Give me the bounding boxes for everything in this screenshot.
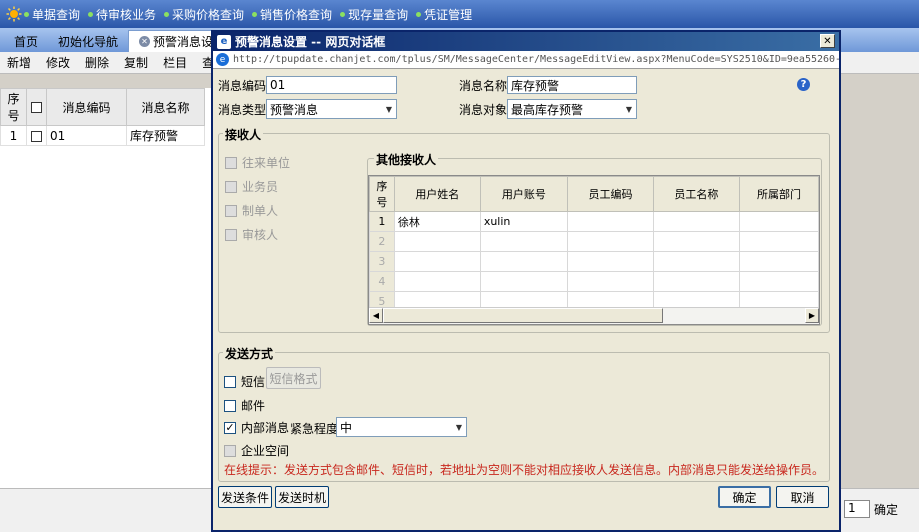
message-code-input[interactable]: 01 <box>266 76 397 94</box>
col-header-check[interactable] <box>26 88 47 126</box>
delete-button[interactable]: 删除 <box>85 54 109 71</box>
tab-init-guide[interactable]: 初始化导航 <box>48 30 128 52</box>
new-button[interactable]: 新增 <box>7 54 31 71</box>
dialog-url: http://tpupdate.chanjet.com/tplus/SM/Mes… <box>233 54 839 65</box>
message-name-label: 消息名称 <box>459 79 508 93</box>
page-input[interactable]: 1 <box>844 500 871 518</box>
receiver-partner-checkbox: 往来单位 <box>225 154 290 171</box>
table-row[interactable]: 4 <box>369 271 819 292</box>
message-target-select[interactable]: 最高库存预警 ▼ <box>507 99 637 119</box>
nav-item-voucher-mgmt[interactable]: 凭证管理 <box>416 6 472 23</box>
message-target-label: 消息对象 <box>459 103 508 117</box>
copy-button[interactable]: 复制 <box>124 54 148 71</box>
bullet-icon <box>340 11 346 17</box>
col-header-name: 消息名称 <box>126 88 205 126</box>
row-checkbox[interactable] <box>31 130 42 142</box>
help-icon[interactable]: ? <box>797 78 810 91</box>
table-row[interactable]: 2 <box>369 231 819 252</box>
other-receivers-title: 其他接收人 <box>374 151 439 168</box>
nav-item-pending-review[interactable]: 待审核业务 <box>88 6 156 23</box>
send-conditions-button[interactable]: 发送条件 <box>218 486 272 508</box>
close-tab-icon[interactable]: ✕ <box>139 36 151 47</box>
ie-icon: e <box>217 34 231 49</box>
bullet-icon <box>24 11 29 17</box>
message-name-input[interactable]: 库存预警 <box>507 76 637 94</box>
select-all-checkbox[interactable] <box>31 102 42 113</box>
address-bar: e http://tpupdate.chanjet.com/tplus/SM/M… <box>213 51 839 69</box>
receiver-reviewer-checkbox: 审核人 <box>225 226 278 243</box>
checkmark-icon[interactable]: ✓ <box>224 421 236 434</box>
receiver-creator-checkbox: 制单人 <box>225 202 278 219</box>
send-timing-button[interactable]: 发送时机 <box>275 486 329 508</box>
ok-button[interactable]: 确定 <box>718 486 771 508</box>
receivers-title: 接收人 <box>223 126 264 143</box>
internal-message-checkbox[interactable]: ✓ 内部消息 <box>224 419 289 436</box>
enterprise-space-checkbox[interactable]: 企业空间 <box>224 442 289 459</box>
col-header-code: 消息编码 <box>46 88 127 126</box>
top-nav: 单据查询 待审核业务 采购价格查询 销售价格查询 现存量查询 凭证管理 <box>0 0 919 28</box>
bullet-icon <box>416 11 422 17</box>
sms-format-button[interactable]: 短信格式 <box>266 367 321 389</box>
nav-item-stock-query[interactable]: 现存量查询 <box>340 6 408 23</box>
columns-button[interactable]: 栏目 <box>163 54 187 71</box>
chevron-down-icon[interactable]: ▼ <box>622 100 636 118</box>
nav-item-document-query[interactable]: 单据查询 <box>24 6 80 23</box>
message-code-label: 消息编码 <box>218 79 267 93</box>
nav-item-purchase-price[interactable]: 采购价格查询 <box>164 6 244 23</box>
send-methods-title: 发送方式 <box>223 345 276 362</box>
online-tip: 在线提示：发送方式包含邮件、短信时，若地址为空则不能对相应接收人发送信息。内部消… <box>224 463 825 477</box>
sms-checkbox[interactable]: 短信 <box>224 373 265 390</box>
table-row[interactable]: 1 徐林 xulin <box>369 211 819 232</box>
scroll-left-icon[interactable]: ◀ <box>369 308 383 323</box>
dialog-title: 预警消息设置 -- 网页对话框 <box>235 35 386 49</box>
urgency-label: 紧急程度 <box>290 422 339 436</box>
message-list: 序号 消息编码 消息名称 1 01 库存预警 <box>0 88 212 488</box>
col-header-no: 序号 <box>0 88 27 126</box>
receiver-salesperson-checkbox: 业务员 <box>225 178 278 195</box>
close-icon[interactable]: ✕ <box>820 34 835 48</box>
chevron-down-icon[interactable]: ▼ <box>382 100 396 118</box>
dialog-title-bar: e 预警消息设置 -- 网页对话框 ✕ <box>213 32 839 51</box>
ie-globe-icon: e <box>216 53 229 66</box>
urgency-select[interactable]: 中 ▼ <box>336 417 467 437</box>
bullet-icon <box>88 11 94 17</box>
dialog-body: 消息编码 01 消息名称 库存预警 ? 消息类型 预警消息 ▼ 消息对象 最高库… <box>213 69 839 530</box>
alert-settings-dialog: e 预警消息设置 -- 网页对话框 ✕ e http://tpupdate.ch… <box>211 30 841 532</box>
table-row[interactable]: 3 <box>369 251 819 272</box>
chevron-down-icon[interactable]: ▼ <box>452 418 466 436</box>
message-type-label: 消息类型 <box>218 103 267 117</box>
other-receivers-grid: 序号 用户姓名 用户账号 员工编码 员工名称 所属部门 1 徐林 xulin 2 <box>368 175 820 325</box>
scroll-right-icon[interactable]: ▶ <box>805 308 819 323</box>
email-checkbox[interactable]: 邮件 <box>224 397 265 414</box>
table-row[interactable]: 1 01 库存预警 <box>0 125 205 146</box>
edit-button[interactable]: 修改 <box>46 54 70 71</box>
bullet-icon <box>164 11 170 17</box>
tab-home[interactable]: 首页 <box>4 30 48 52</box>
message-type-select[interactable]: 预警消息 ▼ <box>266 99 397 119</box>
cancel-button[interactable]: 取消 <box>776 486 829 508</box>
nav-item-sales-price[interactable]: 销售价格查询 <box>252 6 332 23</box>
bullet-icon <box>252 11 258 17</box>
horizontal-scrollbar[interactable]: ◀ ▶ <box>369 307 819 324</box>
sun-logo-icon <box>6 6 22 22</box>
page-confirm-button[interactable]: 确定 <box>874 501 898 518</box>
scroll-thumb[interactable] <box>383 308 663 323</box>
